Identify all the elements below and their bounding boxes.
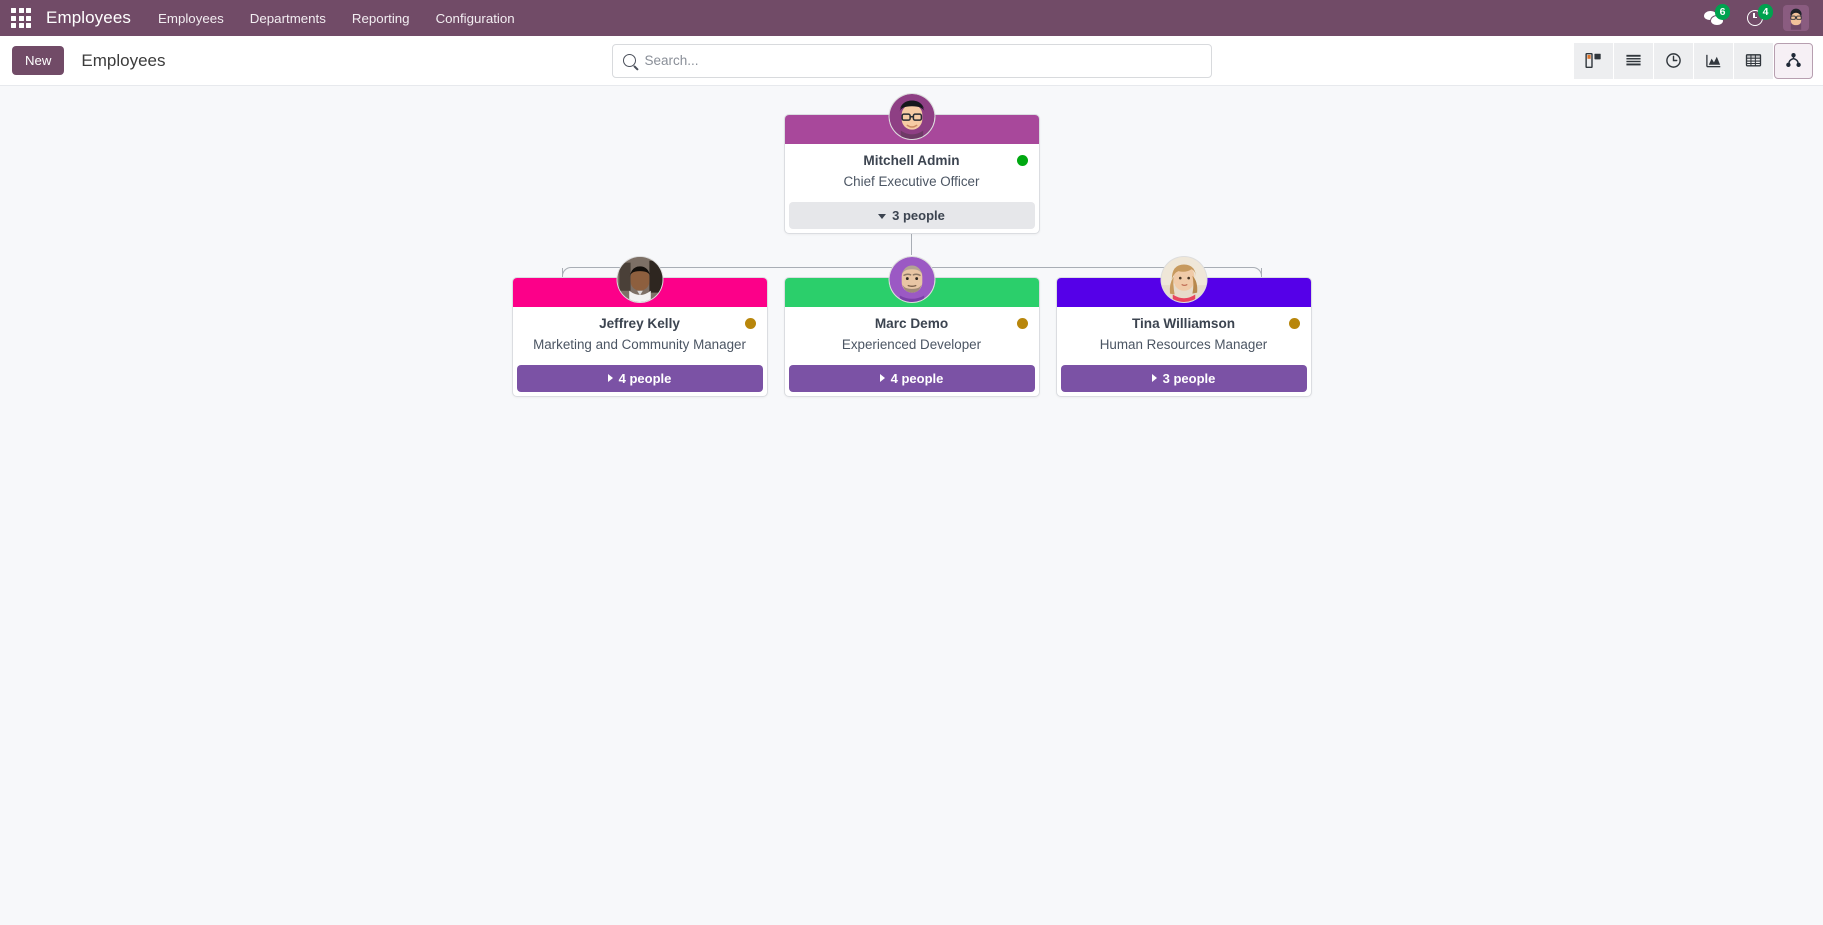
card-body: Mitchell Admin Chief Executive Officer	[785, 144, 1039, 198]
view-button-kanban[interactable]	[1574, 42, 1613, 79]
card-body: Tina Williamson Human Resources Manager	[1057, 307, 1311, 361]
amber-status-dot	[1016, 317, 1028, 329]
menu-item-reporting[interactable]: Reporting	[339, 0, 423, 36]
view-button-org-chart[interactable]	[1774, 42, 1813, 79]
view-button-graph[interactable]	[1694, 42, 1733, 79]
caret-right-icon	[607, 374, 613, 383]
org-node-child-2: Marc Demo Experienced Developer 4 people	[776, 255, 1048, 397]
subordinates-count-label: 3 people	[892, 207, 945, 223]
menu-item-departments[interactable]: Departments	[237, 0, 339, 36]
employee-name: Jeffrey Kelly	[599, 315, 680, 331]
org-node-child-3: Tina Williamson Human Resources Manager …	[1048, 255, 1320, 397]
employee-job-title: Marketing and Community Manager	[533, 336, 746, 352]
subordinates-toggle-button[interactable]: 4 people	[788, 364, 1035, 392]
org-chart-root: Mitchell Admin Chief Executive Officer 3…	[0, 93, 1823, 397]
employee-card-mitchell-admin[interactable]: Mitchell Admin Chief Executive Officer 3…	[783, 93, 1040, 234]
employee-card-tina-williamson[interactable]: Tina Williamson Human Resources Manager …	[1055, 255, 1312, 397]
menu-item-employees[interactable]: Employees	[145, 0, 237, 36]
green-status-dot	[1016, 155, 1028, 166]
subordinates-count-label: 4 people	[890, 370, 944, 386]
menu-item-configuration[interactable]: Configuration	[423, 0, 528, 36]
org-node-root: Mitchell Admin Chief Executive Officer 3…	[783, 93, 1040, 234]
org-children-row: Jeffrey Kelly Marketing and Community Ma…	[504, 255, 1320, 397]
searchbar-container	[611, 43, 1212, 78]
avatar	[888, 93, 935, 140]
avatar	[1160, 255, 1207, 303]
amber-status-dot	[1288, 317, 1300, 329]
control-panel: New Employees	[0, 36, 1823, 86]
searchbar[interactable]	[611, 43, 1212, 78]
employee-name: Marc Demo	[874, 315, 949, 331]
apps-grid-icon[interactable]	[8, 5, 34, 31]
activities-button[interactable]: 4	[1737, 0, 1773, 36]
subordinates-toggle-button[interactable]: 3 people	[788, 201, 1035, 229]
search-icon	[622, 54, 636, 67]
view-button-activity[interactable]	[1654, 42, 1693, 79]
org-node-child-1: Jeffrey Kelly Marketing and Community Ma…	[504, 255, 776, 397]
app-brand-employees[interactable]: Employees	[40, 0, 145, 36]
avatar	[616, 255, 663, 303]
top-navbar: Employees Employees Departments Reportin…	[0, 0, 1823, 36]
view-button-list[interactable]	[1614, 42, 1653, 79]
main-menu: Employees Departments Reporting Configur…	[145, 0, 528, 36]
caret-right-icon	[1151, 374, 1157, 383]
subordinates-toggle-button[interactable]: 3 people	[1060, 364, 1307, 392]
amber-status-dot	[744, 317, 756, 329]
view-switcher	[1574, 42, 1813, 79]
employee-job-title: Human Resources Manager	[1099, 336, 1268, 352]
new-button[interactable]: New	[12, 45, 65, 76]
page-title: Employees	[81, 50, 166, 70]
activities-badge: 4	[1758, 4, 1773, 20]
connector-corner-left	[561, 266, 571, 276]
search-input[interactable]	[644, 53, 1201, 68]
subordinates-count-label: 3 people	[1162, 370, 1216, 386]
employee-job-title: Chief Executive Officer	[843, 173, 980, 189]
org-chart-view: Mitchell Admin Chief Executive Officer 3…	[0, 86, 1823, 925]
employee-card-marc-demo[interactable]: Marc Demo Experienced Developer 4 people	[783, 255, 1040, 397]
connector-stem-root	[911, 233, 912, 255]
employee-job-title: Experienced Developer	[841, 336, 982, 352]
messages-badge: 6	[1715, 4, 1730, 20]
systray: 6 4	[1694, 0, 1813, 36]
employee-name: Mitchell Admin	[863, 153, 960, 168]
avatar	[888, 255, 935, 303]
subordinates-toggle-button[interactable]: 4 people	[516, 364, 763, 392]
employee-card-jeffrey-kelly[interactable]: Jeffrey Kelly Marketing and Community Ma…	[511, 255, 768, 397]
subordinates-count-label: 4 people	[618, 370, 672, 386]
caret-down-icon	[878, 213, 887, 219]
user-menu-avatar[interactable]	[1783, 5, 1809, 31]
view-button-pivot[interactable]	[1734, 42, 1773, 79]
card-body: Jeffrey Kelly Marketing and Community Ma…	[513, 307, 767, 361]
caret-right-icon	[879, 374, 885, 383]
card-body: Marc Demo Experienced Developer	[785, 307, 1039, 361]
messages-button[interactable]: 6	[1694, 0, 1733, 36]
employee-name: Tina Williamson	[1131, 315, 1236, 331]
